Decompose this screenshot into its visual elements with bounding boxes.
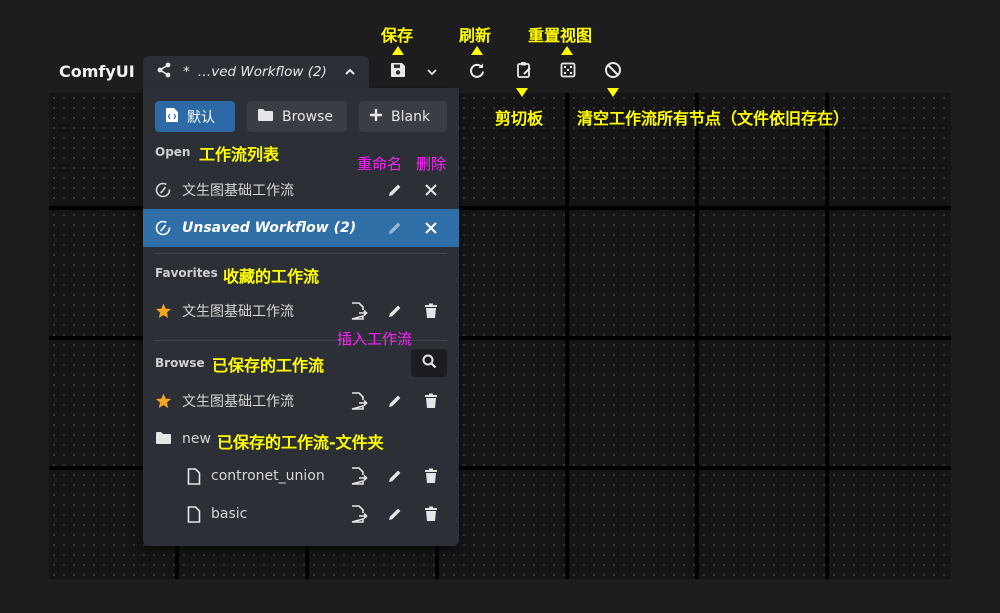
- search-button[interactable]: [411, 349, 447, 377]
- blank-workflow-button[interactable]: Blank: [359, 101, 447, 132]
- star-icon[interactable]: [155, 393, 172, 413]
- floppy-disk-icon: [390, 62, 406, 82]
- annotation-clear: 清空工作流所有节点（文件依旧存在）: [577, 109, 850, 128]
- canvas-grid-cell: [829, 340, 951, 466]
- star-icon[interactable]: [155, 303, 172, 323]
- pencil-icon[interactable]: [385, 180, 405, 200]
- workflow-status-icon: [155, 182, 171, 202]
- trash-icon[interactable]: [421, 466, 441, 486]
- browse-button[interactable]: Browse: [247, 101, 347, 132]
- share-icon: [155, 61, 177, 83]
- trash-icon[interactable]: [421, 391, 441, 411]
- annotation-workflow-list: 工作流列表: [199, 145, 280, 164]
- app-logo[interactable]: ComfyUI: [59, 62, 135, 81]
- canvas-grid-cell: [569, 470, 695, 579]
- canvas-grid-cell: [829, 470, 951, 579]
- trash-icon[interactable]: [421, 301, 441, 321]
- annotation-favorites: 收藏的工作流: [223, 267, 320, 286]
- save-menu-button[interactable]: [420, 56, 444, 88]
- pencil-icon[interactable]: [385, 466, 405, 486]
- insert-file-icon[interactable]: [349, 466, 369, 486]
- open-section-title: Open: [155, 145, 191, 159]
- file-icon: [187, 506, 201, 527]
- workflow-name: 文生图基础工作流: [182, 304, 294, 320]
- fit-view-icon: [560, 62, 576, 82]
- refresh-icon: [469, 62, 485, 82]
- workflow-name: 文生图基础工作流: [182, 394, 294, 410]
- annotation-arrow-up: [561, 46, 573, 55]
- saved-file-item[interactable]: contronet_union: [143, 457, 459, 495]
- saved-file-item[interactable]: basic: [143, 495, 459, 533]
- annotation-arrow-up: [471, 46, 483, 55]
- annotation-arrow-up: [392, 46, 404, 55]
- file-json-icon: [165, 107, 179, 127]
- clear-workflow-button[interactable]: [598, 56, 628, 88]
- blank-label: Blank: [391, 108, 431, 125]
- save-button[interactable]: [383, 56, 413, 88]
- search-icon: [422, 354, 437, 373]
- chevron-down-icon: [426, 63, 438, 82]
- canvas-grid-cell: [569, 210, 695, 336]
- plus-icon: [369, 108, 383, 126]
- close-icon[interactable]: [421, 180, 441, 200]
- annotation-delete: 删除: [416, 155, 447, 173]
- refresh-button[interactable]: [462, 56, 492, 88]
- clipboard-button[interactable]: [509, 56, 539, 88]
- close-icon[interactable]: [421, 218, 441, 238]
- browse-label: Browse: [282, 108, 333, 125]
- pencil-icon[interactable]: [385, 218, 405, 238]
- workflow-status-icon: [155, 220, 171, 240]
- file-name: contronet_union: [211, 468, 325, 484]
- workflow-title: …ved Workflow (2): [197, 64, 327, 80]
- section-divider: [155, 253, 447, 254]
- file-icon: [187, 468, 201, 489]
- browse-section-title: Browse: [155, 356, 205, 370]
- reset-view-button[interactable]: [553, 56, 583, 88]
- canvas-grid-cell: [699, 210, 825, 336]
- folder-icon: [155, 431, 172, 449]
- open-workflow-item[interactable]: 文生图基础工作流: [143, 171, 459, 209]
- insert-file-icon[interactable]: [349, 301, 369, 321]
- workflow-tab[interactable]: * …ved Workflow (2): [143, 56, 369, 88]
- canvas-grid-cell: [829, 210, 951, 336]
- pencil-icon[interactable]: [385, 391, 405, 411]
- folder-icon: [257, 108, 274, 126]
- annotation-reset-view: 重置视图: [528, 26, 593, 45]
- default-workflow-button[interactable]: 默认: [155, 101, 235, 132]
- annotation-arrow-down: [607, 88, 619, 97]
- pencil-icon[interactable]: [385, 301, 405, 321]
- annotation-saved-folder: 已保存的工作流-文件夹: [217, 433, 384, 452]
- open-workflow-item-active[interactable]: Unsaved Workflow (2): [143, 209, 459, 247]
- annotation-refresh: 刷新: [459, 26, 492, 45]
- insert-file-icon[interactable]: [349, 504, 369, 524]
- annotation-save: 保存: [381, 26, 414, 45]
- canvas-grid-cell: [699, 340, 825, 466]
- annotation-arrow-down: [516, 88, 528, 97]
- annotation-clipboard: 剪切板: [495, 109, 544, 128]
- annotation-insert: 插入工作流: [337, 330, 413, 348]
- insert-file-icon[interactable]: [349, 391, 369, 411]
- saved-workflow-item[interactable]: 文生图基础工作流: [143, 382, 459, 420]
- workflows-menu: 默认 Browse Blank Open 文生图基础工作流 Unsaved Wo…: [143, 88, 459, 546]
- file-name: basic: [211, 506, 248, 522]
- workflow-modified-mark: *: [183, 64, 190, 80]
- canvas-grid-cell: [699, 470, 825, 579]
- annotation-rename: 重命名: [357, 155, 403, 173]
- trash-icon[interactable]: [421, 504, 441, 524]
- ban-icon: [604, 61, 622, 83]
- chevron-up-icon[interactable]: [343, 65, 357, 83]
- canvas-grid-cell: [569, 340, 695, 466]
- favorites-section-title: Favorites: [155, 266, 218, 280]
- clipboard-icon: [516, 61, 532, 83]
- annotation-saved: 已保存的工作流: [212, 356, 325, 375]
- favorite-workflow-item[interactable]: 文生图基础工作流: [143, 292, 459, 330]
- workflow-name: Unsaved Workflow (2): [182, 220, 357, 236]
- pencil-icon[interactable]: [385, 504, 405, 524]
- folder-name: new: [182, 431, 211, 447]
- default-workflow-label: 默认: [187, 109, 215, 126]
- workflow-name: 文生图基础工作流: [182, 183, 294, 199]
